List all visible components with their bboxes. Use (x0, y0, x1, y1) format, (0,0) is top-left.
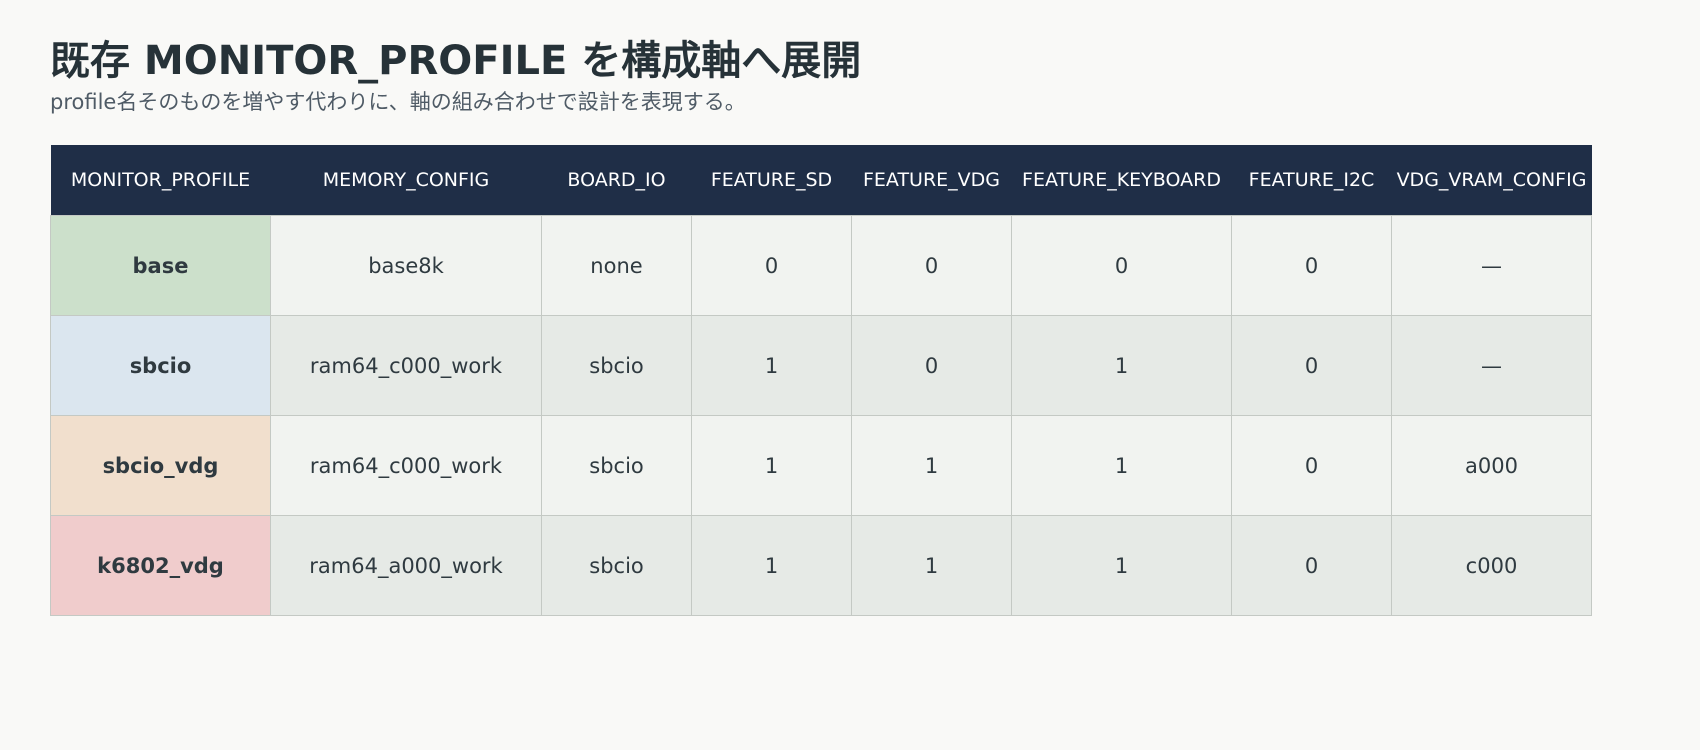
table-row: k6802_vdg ram64_a000_work sbcio 1 1 1 0 … (50, 515, 1592, 616)
vdg-vram-config-cell: c000 (1391, 515, 1592, 616)
page-subtitle: profile名そのものを増やす代わりに、軸の組み合わせで設計を表現する。 (50, 90, 746, 114)
feature-keyboard-cell: 0 (1011, 215, 1232, 316)
board-io-cell: sbcio (541, 315, 692, 416)
feature-vdg-cell: 0 (851, 215, 1012, 316)
feature-i2c-cell: 0 (1231, 415, 1392, 516)
board-io-cell: sbcio (541, 415, 692, 516)
profile-name-cell: k6802_vdg (50, 515, 271, 616)
table-row: base base8k none 0 0 0 0 — (50, 215, 1592, 316)
memory-config-cell: ram64_c000_work (270, 415, 542, 516)
feature-vdg-cell: 1 (851, 415, 1012, 516)
profile-name-cell: base (50, 215, 271, 316)
profile-name-cell: sbcio (50, 315, 271, 416)
header-feature-keyboard: FEATURE_KEYBOARD (1011, 145, 1232, 216)
header-board-io: BOARD_IO (541, 145, 692, 216)
feature-keyboard-cell: 1 (1011, 515, 1232, 616)
board-io-cell: sbcio (541, 515, 692, 616)
table-row: sbcio_vdg ram64_c000_work sbcio 1 1 1 0 … (50, 415, 1592, 516)
vdg-vram-config-cell: a000 (1391, 415, 1592, 516)
page: 既存 MONITOR_PROFILE を構成軸へ展開 profile名そのものを… (0, 0, 1700, 750)
feature-sd-cell: 1 (691, 315, 852, 416)
feature-keyboard-cell: 1 (1011, 415, 1232, 516)
feature-vdg-cell: 0 (851, 315, 1012, 416)
profile-table: MONITOR_PROFILE MEMORY_CONFIG BOARD_IO F… (50, 145, 1592, 616)
header-feature-sd: FEATURE_SD (691, 145, 852, 216)
feature-sd-cell: 1 (691, 415, 852, 516)
feature-sd-cell: 0 (691, 215, 852, 316)
feature-i2c-cell: 0 (1231, 515, 1392, 616)
feature-vdg-cell: 1 (851, 515, 1012, 616)
board-io-cell: none (541, 215, 692, 316)
table-row: sbcio ram64_c000_work sbcio 1 0 1 0 — (50, 315, 1592, 416)
table-header-row: MONITOR_PROFILE MEMORY_CONFIG BOARD_IO F… (50, 145, 1592, 216)
header-monitor-profile: MONITOR_PROFILE (50, 145, 271, 216)
feature-sd-cell: 1 (691, 515, 852, 616)
vdg-vram-config-cell: — (1391, 315, 1592, 416)
header-memory-config: MEMORY_CONFIG (270, 145, 542, 216)
feature-keyboard-cell: 1 (1011, 315, 1232, 416)
memory-config-cell: ram64_a000_work (270, 515, 542, 616)
page-title: 既存 MONITOR_PROFILE を構成軸へ展開 (50, 38, 862, 84)
memory-config-cell: ram64_c000_work (270, 315, 542, 416)
memory-config-cell: base8k (270, 215, 542, 316)
feature-i2c-cell: 0 (1231, 315, 1392, 416)
vdg-vram-config-cell: — (1391, 215, 1592, 316)
feature-i2c-cell: 0 (1231, 215, 1392, 316)
profile-name-cell: sbcio_vdg (50, 415, 271, 516)
header-feature-i2c: FEATURE_I2C (1231, 145, 1392, 216)
header-vdg-vram-config: VDG_VRAM_CONFIG (1391, 145, 1592, 216)
header-feature-vdg: FEATURE_VDG (851, 145, 1012, 216)
